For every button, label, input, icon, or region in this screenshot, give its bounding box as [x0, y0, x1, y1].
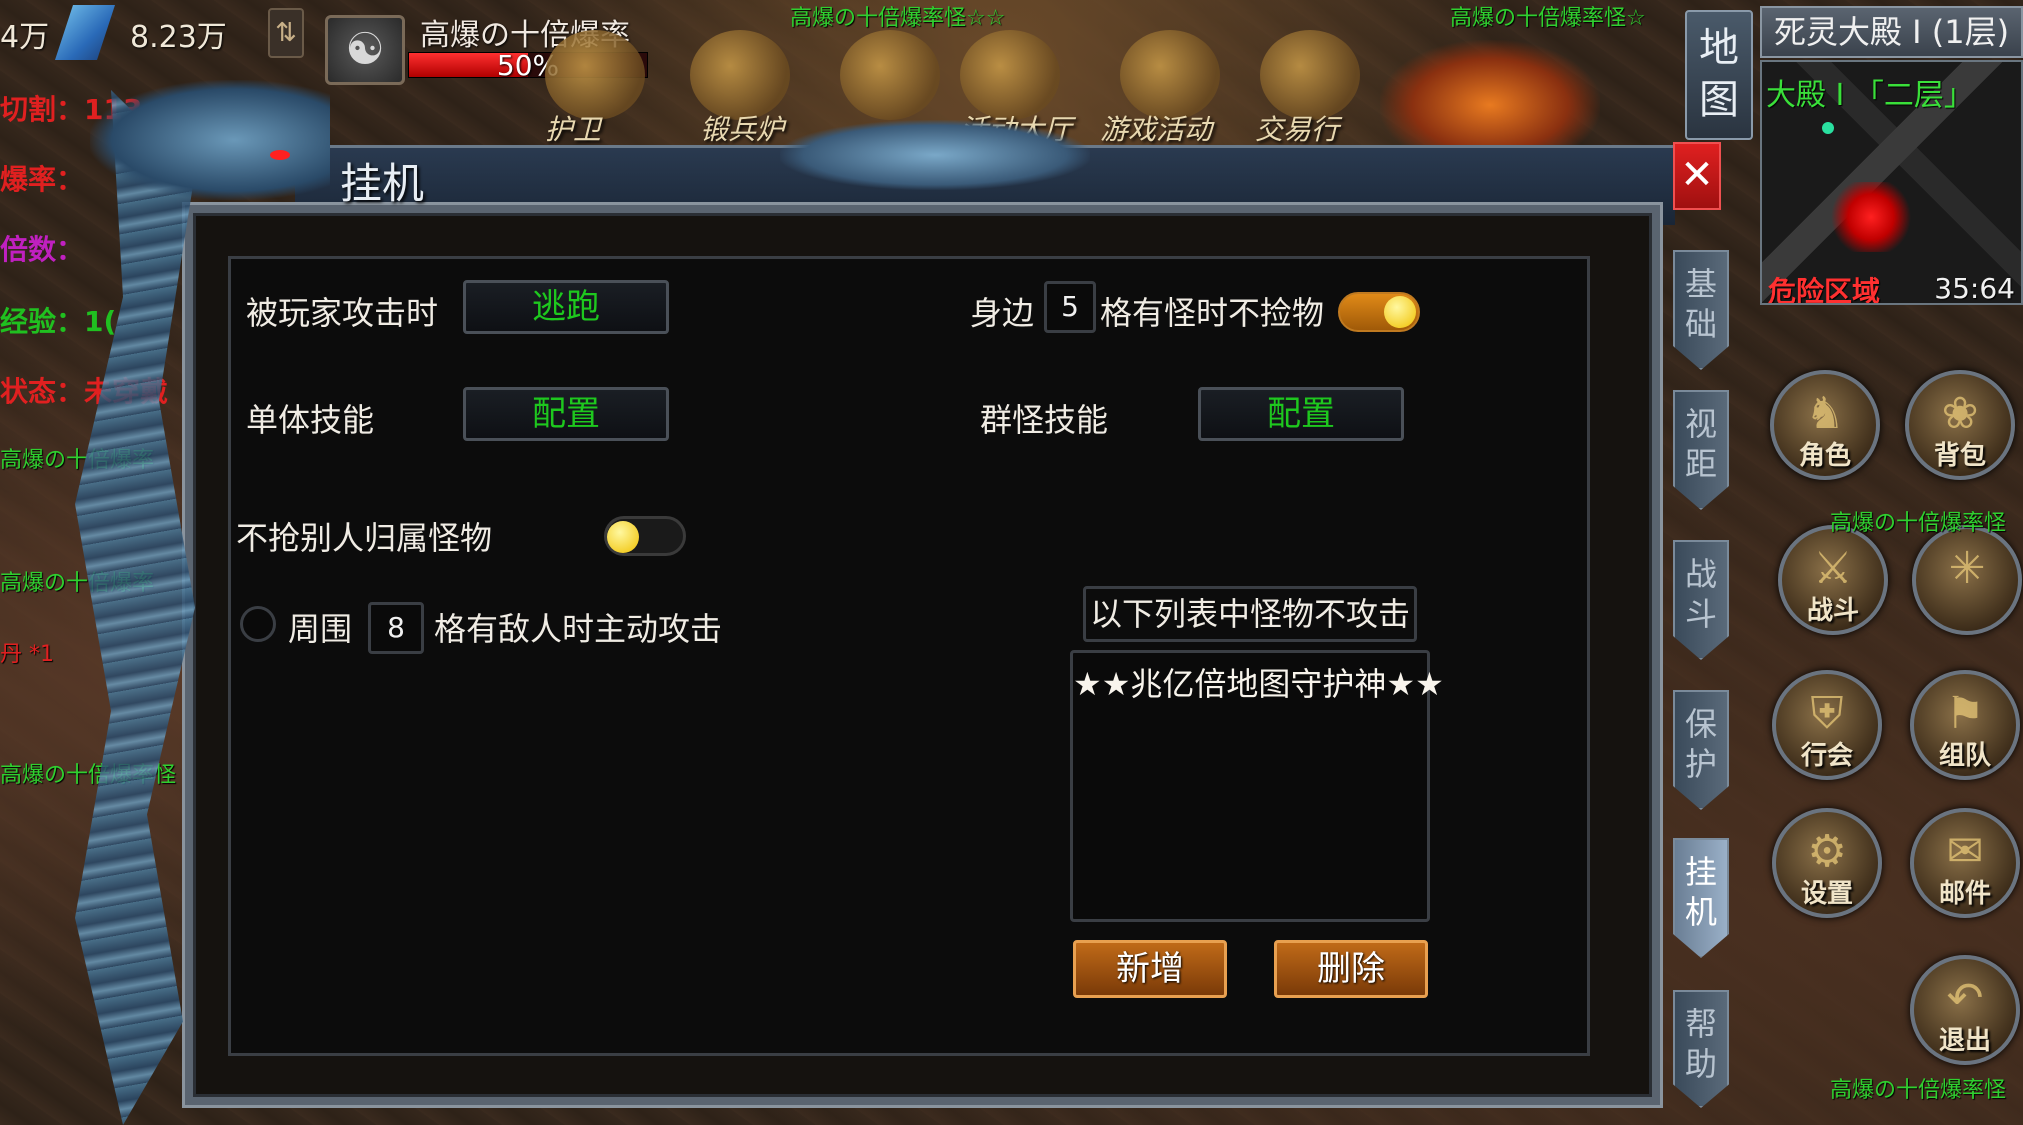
character-icon: ♞ [1805, 388, 1845, 439]
team-button[interactable]: ⚑ 组队 [1910, 670, 2020, 780]
single-skill-label: 单体技能 [246, 401, 375, 439]
exit-label: 退出 [1938, 1026, 1991, 1056]
guild-icon: ⛨ [1810, 688, 1844, 739]
around-range-input[interactable]: 8 [368, 602, 424, 654]
currency-right: 8.23万 [130, 20, 227, 55]
event-icon[interactable] [1120, 30, 1220, 120]
top-menu-guard[interactable]: 护卫 [545, 108, 601, 148]
settings-icon: ⚙ [1807, 826, 1847, 877]
battle-label: 战斗 [1806, 596, 1859, 626]
currency-left: 4万 [0, 20, 50, 55]
scroll-text-top-2: 高爆の十倍爆率怪☆ [1450, 6, 1646, 31]
skill-button[interactable]: ✳ [1912, 525, 2022, 635]
top-menu-event[interactable]: 游戏活动 [1100, 108, 1212, 148]
guild-label: 行会 [1800, 741, 1853, 771]
tab-view-distance-label: 视 距 [1684, 405, 1717, 483]
tab-protection[interactable]: 保 护 [1673, 690, 1729, 810]
tab-combat-label: 战 斗 [1684, 555, 1717, 633]
dragon-decoration-top [780, 120, 1090, 190]
battle-button[interactable]: ⚔ 战斗 [1778, 525, 1888, 635]
stat-droprate: 爆率： [0, 163, 85, 196]
trade-icon[interactable] [1260, 30, 1360, 120]
guard-icon[interactable] [545, 30, 645, 120]
bag-button[interactable]: ❀ 背包 [1905, 370, 2015, 480]
close-icon: ✕ [1680, 152, 1714, 198]
pill-count: 丹 *1 [0, 642, 54, 667]
minimap[interactable]: 大殿 I 「二层」 危险区域 35:64 [1760, 60, 2023, 305]
tab-help-label: 帮 助 [1684, 1005, 1717, 1083]
tab-combat[interactable]: 战 斗 [1673, 540, 1729, 660]
around-label: 周围 [288, 610, 353, 648]
exit-icon: ↶ [1946, 973, 1984, 1024]
bag-icon: ❀ [1941, 388, 1979, 439]
map-toggle-button[interactable]: 地 图 [1685, 10, 1753, 140]
tab-protection-label: 保 护 [1684, 705, 1717, 783]
ignore-list-header: 以下列表中怪物不攻击 [1083, 586, 1417, 642]
dragon-eye-decoration [270, 150, 290, 160]
bag-label: 背包 [1933, 441, 1986, 471]
list-item[interactable]: ★★兆亿倍地图守护神★★ [1073, 653, 1444, 705]
scroll-text-top-1: 高爆の十倍爆率怪☆☆ [790, 6, 1006, 31]
group-skill-label: 群怪技能 [980, 401, 1109, 439]
no-pickup-toggle[interactable] [1338, 292, 1420, 332]
toggle-knob [1384, 296, 1416, 328]
top-menu-forge[interactable]: 锻兵炉 [700, 108, 784, 148]
nearby-suffix-label: 格有怪时不捡物 [1100, 294, 1325, 332]
swap-button[interactable]: ⇅ [268, 8, 304, 58]
nearby-range-input[interactable]: 5 [1044, 281, 1096, 333]
dialog-title: 挂机 [340, 159, 425, 208]
around-suffix-label: 格有敌人时主动攻击 [434, 610, 723, 648]
minimap-area-label: 大殿 I 「二层」 [1766, 78, 1974, 113]
hall-icon[interactable] [960, 30, 1060, 120]
scroll-text-right-1: 高爆の十倍爆率怪 [1830, 511, 2007, 536]
exit-button[interactable]: ↶ 退出 [1910, 955, 2020, 1065]
minimap-player-marker [1822, 122, 1834, 134]
character-label: 角色 [1798, 441, 1851, 471]
battle-icon: ⚔ [1813, 543, 1853, 594]
close-button[interactable]: ✕ [1673, 142, 1721, 210]
settings-button[interactable]: ⚙ 设置 [1772, 808, 1882, 918]
top-menu-trade[interactable]: 交易行 [1255, 108, 1339, 148]
tab-auto-hunt[interactable]: 挂 机 [1673, 838, 1729, 958]
team-icon: ⚑ [1945, 688, 1985, 739]
stat-multiplier: 倍数： [0, 233, 85, 266]
team-label: 组队 [1938, 741, 1991, 771]
minimap-danger-label: 危险区域 [1768, 275, 1881, 305]
mail-label: 邮件 [1938, 879, 1991, 909]
tab-basic-label: 基 础 [1684, 265, 1717, 343]
no-steal-label: 不抢别人归属怪物 [236, 519, 493, 557]
no-steal-toggle[interactable] [604, 516, 686, 556]
map-title: 死灵大殿 I (1层) [1760, 6, 2023, 58]
dragon-icon[interactable]: ☯ [325, 15, 405, 85]
delete-button[interactable]: 删除 [1274, 940, 1428, 998]
attacked-action-button[interactable]: 逃跑 [463, 280, 669, 334]
mail-button[interactable]: ✉ 邮件 [1910, 808, 2020, 918]
tab-view-distance[interactable]: 视 距 [1673, 390, 1729, 510]
ignore-monster-list[interactable]: ★★兆亿倍地图守护神★★ [1070, 650, 1444, 922]
tab-basic[interactable]: 基 础 [1673, 250, 1729, 370]
settings-label: 设置 [1800, 879, 1853, 909]
wing-icon[interactable] [840, 30, 940, 120]
nearby-prefix-label: 身边 [970, 294, 1035, 332]
character-button[interactable]: ♞ 角色 [1770, 370, 1880, 480]
toggle-knob [607, 521, 639, 553]
stat-exp: 经验：1( [0, 305, 117, 338]
auto-attack-radio[interactable] [240, 606, 276, 642]
attacked-by-player-label: 被玩家攻击时 [246, 294, 439, 332]
single-skill-config-button[interactable]: 配置 [463, 387, 669, 441]
tab-help[interactable]: 帮 助 [1673, 990, 1729, 1108]
minimap-time: 35:64 [1934, 272, 2015, 305]
forge-icon[interactable] [690, 30, 790, 120]
add-button[interactable]: 新增 [1073, 940, 1227, 998]
map-toggle-label: 地 图 [1699, 25, 1739, 123]
guild-button[interactable]: ⛨ 行会 [1772, 670, 1882, 780]
scroll-text-right-2: 高爆の十倍爆率怪 [1830, 1078, 2007, 1103]
mail-icon: ✉ [1946, 826, 1984, 877]
minimap-danger-zone [1826, 182, 1916, 252]
dragon-head-decoration [90, 80, 330, 200]
tab-auto-hunt-label: 挂 机 [1684, 853, 1717, 931]
skill-icon: ✳ [1948, 543, 1986, 594]
group-skill-config-button[interactable]: 配置 [1198, 387, 1404, 441]
